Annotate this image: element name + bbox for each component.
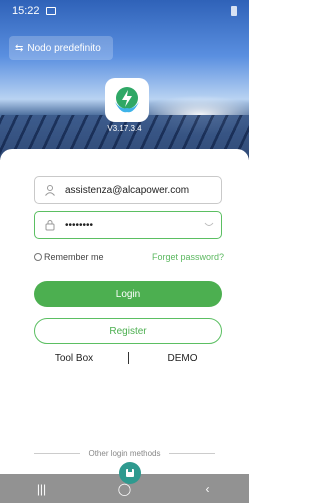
- status-time: 15:22: [12, 5, 40, 17]
- register-button[interactable]: Register: [34, 318, 222, 344]
- login-button[interactable]: Login: [34, 281, 222, 307]
- email-value: assistenza@alcapower.com: [65, 184, 190, 196]
- remember-me-label[interactable]: Remember me: [44, 252, 104, 262]
- other-login-methods: Other login methods: [0, 447, 249, 459]
- email-field[interactable]: assistenza@alcapower.com: [34, 176, 222, 204]
- divider-line: [168, 452, 215, 454]
- home-icon[interactable]: ◯: [110, 482, 140, 496]
- toolbox-link[interactable]: Tool Box: [34, 353, 114, 364]
- user-icon: [43, 183, 57, 197]
- recent-apps-icon[interactable]: |||: [27, 482, 57, 496]
- login-card: assistenza@alcapower.com •••••••• Rememb…: [0, 149, 249, 454]
- tools-row: Tool Box DEMO: [34, 351, 222, 365]
- lock-icon: [43, 218, 57, 232]
- back-icon[interactable]: ‹: [193, 482, 223, 496]
- tools-divider: [128, 352, 129, 364]
- status-indicators: [231, 6, 237, 16]
- remember-row: Remember me Forget password?: [34, 250, 224, 264]
- other-login-label: Other login methods: [88, 448, 161, 458]
- demo-link[interactable]: DEMO: [143, 353, 222, 364]
- floating-save-icon[interactable]: [119, 462, 141, 484]
- app-version: V3.17.3.4: [107, 124, 142, 133]
- eye-icon[interactable]: [203, 219, 215, 231]
- image-icon: [45, 7, 56, 15]
- app-logo-icon: [105, 78, 149, 122]
- node-select-label: Nodo predefinito: [27, 42, 101, 54]
- remember-me-radio[interactable]: [34, 253, 42, 261]
- swap-icon: ⇆: [15, 42, 24, 54]
- divider-line: [34, 452, 81, 454]
- forget-password-link[interactable]: Forget password?: [152, 252, 224, 262]
- node-select-button[interactable]: ⇆ Nodo predefinito: [9, 36, 113, 60]
- battery-icon: [231, 6, 237, 16]
- password-value: ••••••••: [65, 219, 94, 231]
- status-bar: 15:22: [0, 0, 249, 22]
- password-field[interactable]: ••••••••: [34, 211, 222, 239]
